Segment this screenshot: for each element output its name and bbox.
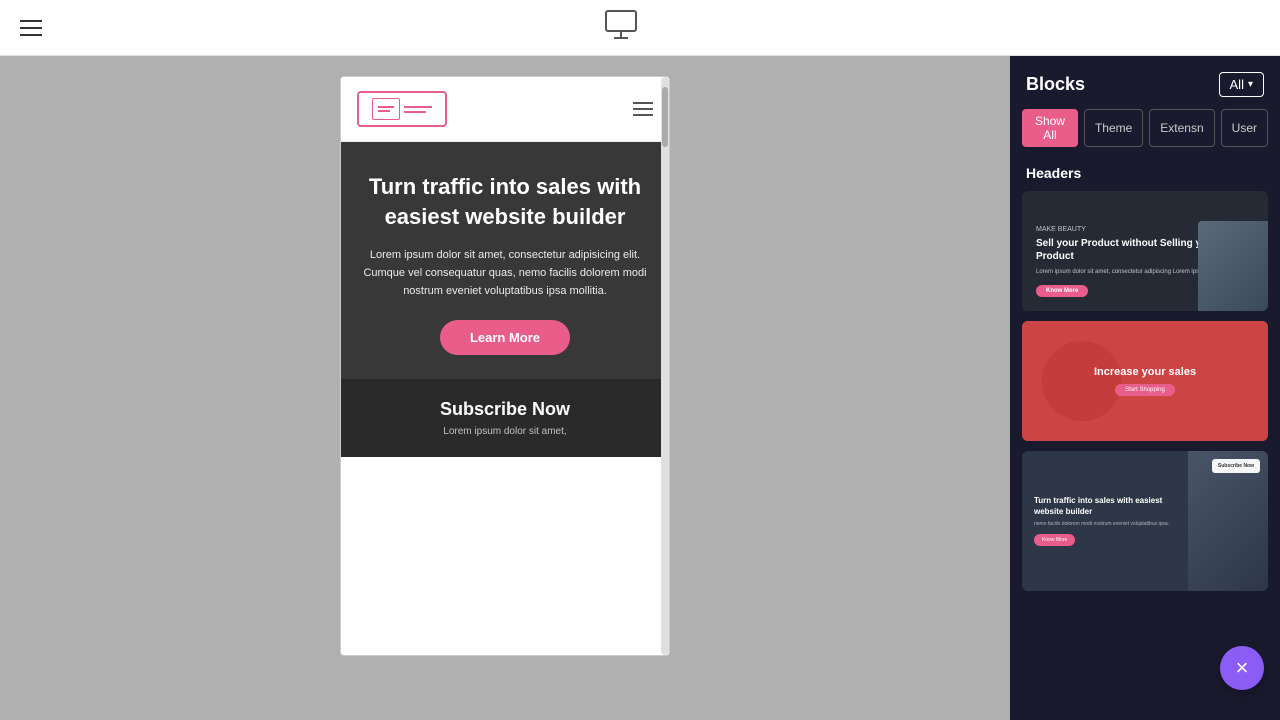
thumb3-cta: Know More (1034, 534, 1075, 546)
scrollbar-thumb (662, 87, 668, 147)
thumbnail-card-1[interactable]: MAKE BEAUTY Sell your Product without Se… (1022, 191, 1268, 311)
all-dropdown-button[interactable]: All ▾ (1219, 72, 1264, 97)
main-area: Turn traffic into sales with easiest web… (0, 56, 1280, 720)
filter-tab-theme[interactable]: Theme (1084, 109, 1143, 147)
thumb1-cta: Know More (1036, 285, 1088, 297)
hero-heading: Turn traffic into sales with easiest web… (361, 172, 649, 231)
thumb3-body: nemo facilis dolorem modi nostrum evenie… (1034, 521, 1176, 528)
topbar (0, 0, 1280, 56)
logo-text-icon (404, 106, 432, 113)
section-label-headers: Headers (1010, 161, 1280, 191)
fab-close-icon: × (1236, 655, 1249, 681)
logo-card-icon (372, 98, 400, 120)
topbar-center (603, 7, 639, 48)
preview-header (341, 77, 669, 142)
mobile-scrollbar[interactable] (661, 77, 669, 655)
dropdown-arrow-icon: ▾ (1248, 79, 1253, 90)
thumb2-cta: Start Shopping (1115, 384, 1175, 396)
preview-hero-section: Turn traffic into sales with easiest web… (341, 142, 669, 379)
thumbnail-card-2[interactable]: Increase your sales Start Shopping (1022, 321, 1268, 441)
filter-tab-extensn[interactable]: Extensn (1149, 109, 1214, 147)
subscribe-body: Lorem ipsum dolor sit amet, (361, 426, 649, 437)
preview-subscribe-section: Subscribe Now Lorem ipsum dolor sit amet… (341, 379, 669, 457)
preview-logo (357, 91, 447, 127)
mobile-preview-frame: Turn traffic into sales with easiest web… (340, 76, 670, 656)
filter-tabs: Show All Theme Extensn User (1010, 109, 1280, 161)
thumbnails-list: MAKE BEAUTY Sell your Product without Se… (1010, 191, 1280, 720)
topbar-left (20, 20, 42, 36)
thumb3-heading: Turn traffic into sales with easiest web… (1034, 496, 1176, 517)
subscribe-heading: Subscribe Now (361, 399, 649, 420)
thumb2-heading: Increase your sales (1094, 366, 1196, 378)
thumb3-subscribe-badge: Subscribe Now (1212, 459, 1260, 473)
fab-close-button[interactable]: × (1220, 646, 1264, 690)
thumb2-background (1022, 321, 1268, 441)
thumbnail-card-3[interactable]: Turn traffic into sales with easiest web… (1022, 451, 1268, 591)
filter-tab-user[interactable]: User (1221, 109, 1268, 147)
hero-body: Lorem ipsum dolor sit amet, consectetur … (361, 247, 649, 300)
preview-hamburger-icon[interactable] (633, 102, 653, 116)
filter-tab-show-all[interactable]: Show All (1022, 109, 1078, 147)
learn-more-button[interactable]: Learn More (440, 320, 570, 355)
thumb3-left-col: Turn traffic into sales with easiest web… (1022, 451, 1188, 591)
monitor-icon (603, 7, 639, 48)
sidebar-header: Blocks All ▾ (1010, 56, 1280, 109)
sidebar-title: Blocks (1026, 74, 1085, 95)
hamburger-icon[interactable] (20, 20, 42, 36)
thumb1-person-image (1198, 221, 1268, 311)
all-dropdown-label: All (1230, 77, 1244, 92)
canvas-area: Turn traffic into sales with easiest web… (0, 56, 1010, 720)
sidebar-panel: Blocks All ▾ Show All Theme Extensn User… (1010, 56, 1280, 720)
